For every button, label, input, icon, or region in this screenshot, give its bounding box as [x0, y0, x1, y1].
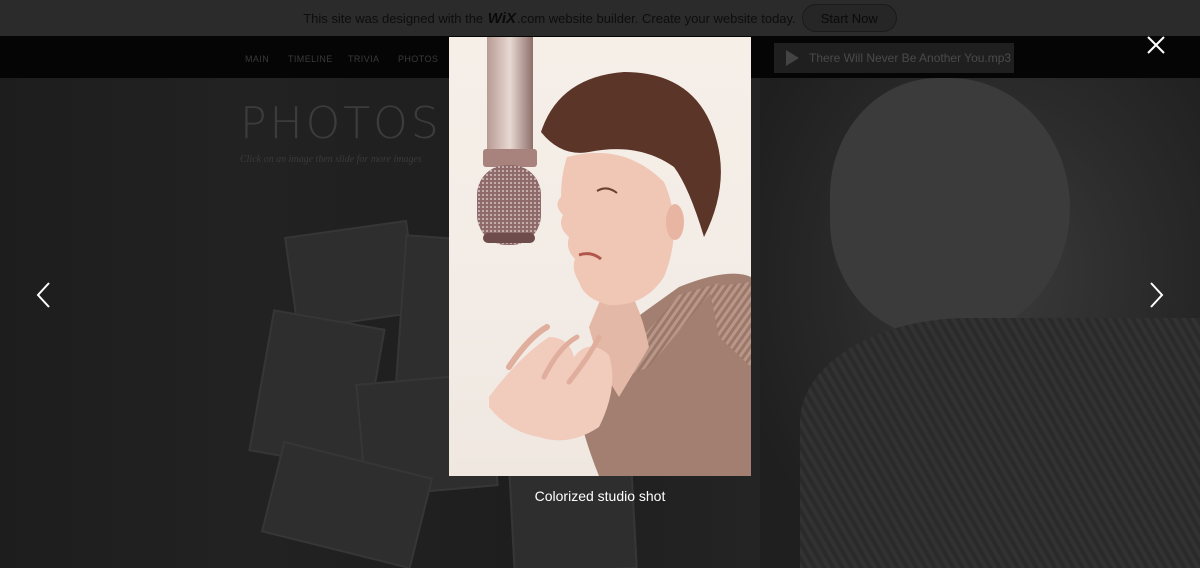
close-icon	[1147, 36, 1165, 54]
photo-lightbox: Colorized studio shot	[0, 0, 1200, 568]
lightbox-photo	[449, 37, 751, 476]
chevron-right-icon	[1150, 282, 1164, 308]
microphone-body	[487, 37, 533, 155]
close-button[interactable]	[1145, 34, 1167, 56]
next-photo-button[interactable]	[1144, 280, 1168, 310]
chevron-left-icon	[36, 282, 50, 308]
photo-caption: Colorized studio shot	[534, 488, 666, 504]
singer-portrait-illustration	[477, 37, 751, 476]
previous-photo-button[interactable]	[32, 280, 56, 310]
clasped-hands	[489, 337, 613, 441]
face	[557, 152, 674, 306]
